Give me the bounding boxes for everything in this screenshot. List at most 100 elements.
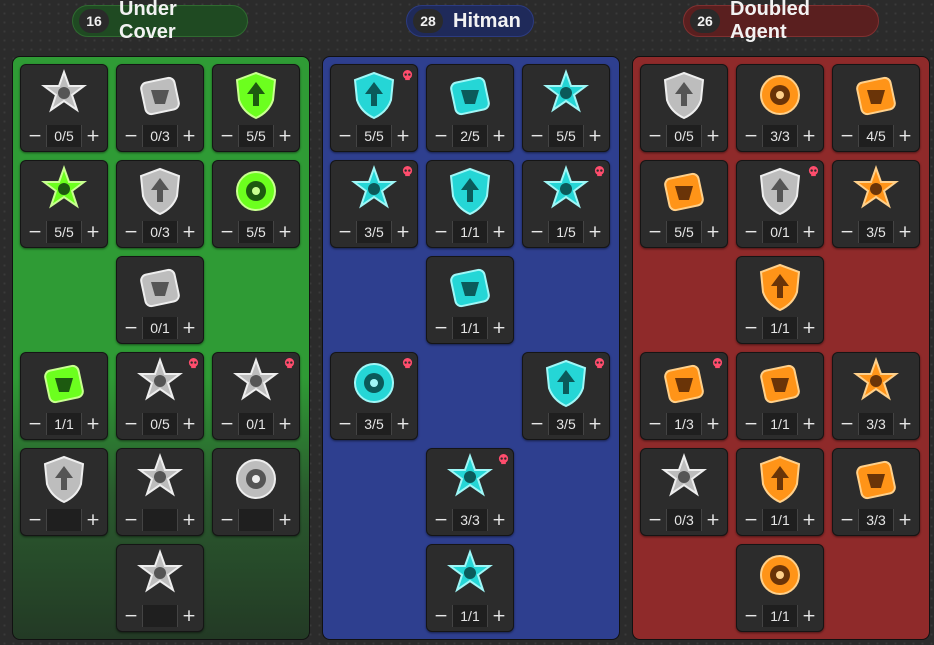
decrease-rank-button[interactable]: − — [216, 125, 238, 147]
increase-rank-button[interactable]: + — [178, 605, 200, 627]
perk-card[interactable]: −3/5 + — [522, 352, 610, 440]
perk-card[interactable]: −0/3 + — [116, 64, 204, 152]
perk-card[interactable]: −0/5 + — [116, 352, 204, 440]
decrease-rank-button[interactable]: − — [644, 413, 666, 435]
decrease-rank-button[interactable]: − — [216, 509, 238, 531]
perk-card[interactable]: −1/1 + — [736, 448, 824, 536]
increase-rank-button[interactable]: + — [488, 605, 510, 627]
decrease-rank-button[interactable]: − — [644, 125, 666, 147]
decrease-rank-button[interactable]: − — [430, 605, 452, 627]
increase-rank-button[interactable]: + — [584, 413, 606, 435]
perk-card[interactable]: − + — [116, 448, 204, 536]
perk-card[interactable]: −1/1 + — [20, 352, 108, 440]
decrease-rank-button[interactable]: − — [120, 317, 142, 339]
decrease-rank-button[interactable]: − — [120, 413, 142, 435]
increase-rank-button[interactable]: + — [488, 317, 510, 339]
decrease-rank-button[interactable]: − — [836, 509, 858, 531]
decrease-rank-button[interactable]: − — [740, 605, 762, 627]
perk-card[interactable]: −0/3 + — [640, 448, 728, 536]
decrease-rank-button[interactable]: − — [526, 413, 548, 435]
decrease-rank-button[interactable]: − — [644, 509, 666, 531]
decrease-rank-button[interactable]: − — [334, 221, 356, 243]
decrease-rank-button[interactable]: − — [740, 509, 762, 531]
perk-card[interactable]: −0/1 + — [116, 256, 204, 344]
perk-card[interactable]: −3/5 + — [832, 160, 920, 248]
decrease-rank-button[interactable]: − — [334, 125, 356, 147]
perk-card[interactable]: −5/5 + — [20, 160, 108, 248]
decrease-rank-button[interactable]: − — [24, 221, 46, 243]
perk-card[interactable]: −0/1 + — [212, 352, 300, 440]
perk-card[interactable]: −1/1 + — [736, 544, 824, 632]
decrease-rank-button[interactable]: − — [644, 221, 666, 243]
perk-card[interactable]: −5/5 + — [212, 64, 300, 152]
increase-rank-button[interactable]: + — [798, 509, 820, 531]
perk-card[interactable]: −5/5 + — [640, 160, 728, 248]
perk-card[interactable]: − + — [212, 448, 300, 536]
decrease-rank-button[interactable]: − — [216, 221, 238, 243]
perk-card[interactable]: −3/3 + — [426, 448, 514, 536]
decrease-rank-button[interactable]: − — [24, 509, 46, 531]
decrease-rank-button[interactable]: − — [334, 413, 356, 435]
increase-rank-button[interactable]: + — [178, 221, 200, 243]
decrease-rank-button[interactable]: − — [120, 221, 142, 243]
increase-rank-button[interactable]: + — [798, 605, 820, 627]
perk-card[interactable]: −1/1 + — [426, 256, 514, 344]
increase-rank-button[interactable]: + — [488, 125, 510, 147]
increase-rank-button[interactable]: + — [178, 317, 200, 339]
increase-rank-button[interactable]: + — [488, 509, 510, 531]
increase-rank-button[interactable]: + — [894, 221, 916, 243]
increase-rank-button[interactable]: + — [82, 509, 104, 531]
perk-card[interactable]: −1/1 + — [736, 352, 824, 440]
increase-rank-button[interactable]: + — [488, 221, 510, 243]
perk-card[interactable]: −3/3 + — [736, 64, 824, 152]
decrease-rank-button[interactable]: − — [740, 413, 762, 435]
decrease-rank-button[interactable]: − — [430, 509, 452, 531]
perk-card[interactable]: −1/5 + — [522, 160, 610, 248]
increase-rank-button[interactable]: + — [702, 125, 724, 147]
perk-card[interactable]: −3/5 + — [330, 160, 418, 248]
decrease-rank-button[interactable]: − — [526, 221, 548, 243]
increase-rank-button[interactable]: + — [392, 413, 414, 435]
increase-rank-button[interactable]: + — [702, 509, 724, 531]
increase-rank-button[interactable]: + — [274, 413, 296, 435]
decrease-rank-button[interactable]: − — [216, 413, 238, 435]
increase-rank-button[interactable]: + — [274, 125, 296, 147]
increase-rank-button[interactable]: + — [798, 413, 820, 435]
perk-card[interactable]: −0/1 + — [736, 160, 824, 248]
increase-rank-button[interactable]: + — [894, 413, 916, 435]
increase-rank-button[interactable]: + — [82, 413, 104, 435]
perk-card[interactable]: −2/5 + — [426, 64, 514, 152]
perk-card[interactable]: −3/5 + — [330, 352, 418, 440]
decrease-rank-button[interactable]: − — [740, 221, 762, 243]
decrease-rank-button[interactable]: − — [120, 125, 142, 147]
increase-rank-button[interactable]: + — [392, 221, 414, 243]
perk-card[interactable]: −5/5 + — [330, 64, 418, 152]
increase-rank-button[interactable]: + — [392, 125, 414, 147]
increase-rank-button[interactable]: + — [798, 221, 820, 243]
perk-card[interactable]: −1/1 + — [426, 160, 514, 248]
perk-card[interactable]: −5/5 + — [212, 160, 300, 248]
decrease-rank-button[interactable]: − — [430, 221, 452, 243]
decrease-rank-button[interactable]: − — [836, 125, 858, 147]
decrease-rank-button[interactable]: − — [740, 125, 762, 147]
decrease-rank-button[interactable]: − — [836, 413, 858, 435]
increase-rank-button[interactable]: + — [894, 125, 916, 147]
increase-rank-button[interactable]: + — [178, 509, 200, 531]
increase-rank-button[interactable]: + — [798, 125, 820, 147]
perk-card[interactable]: − + — [20, 448, 108, 536]
increase-rank-button[interactable]: + — [702, 413, 724, 435]
increase-rank-button[interactable]: + — [178, 413, 200, 435]
perk-card[interactable]: −5/5 + — [522, 64, 610, 152]
decrease-rank-button[interactable]: − — [120, 509, 142, 531]
increase-rank-button[interactable]: + — [702, 221, 724, 243]
perk-card[interactable]: −1/1 + — [426, 544, 514, 632]
perk-card[interactable]: −0/5 + — [20, 64, 108, 152]
perk-card[interactable]: −3/3 + — [832, 448, 920, 536]
increase-rank-button[interactable]: + — [82, 125, 104, 147]
increase-rank-button[interactable]: + — [274, 221, 296, 243]
decrease-rank-button[interactable]: − — [836, 221, 858, 243]
decrease-rank-button[interactable]: − — [24, 413, 46, 435]
increase-rank-button[interactable]: + — [82, 221, 104, 243]
perk-card[interactable]: − + — [116, 544, 204, 632]
increase-rank-button[interactable]: + — [178, 125, 200, 147]
